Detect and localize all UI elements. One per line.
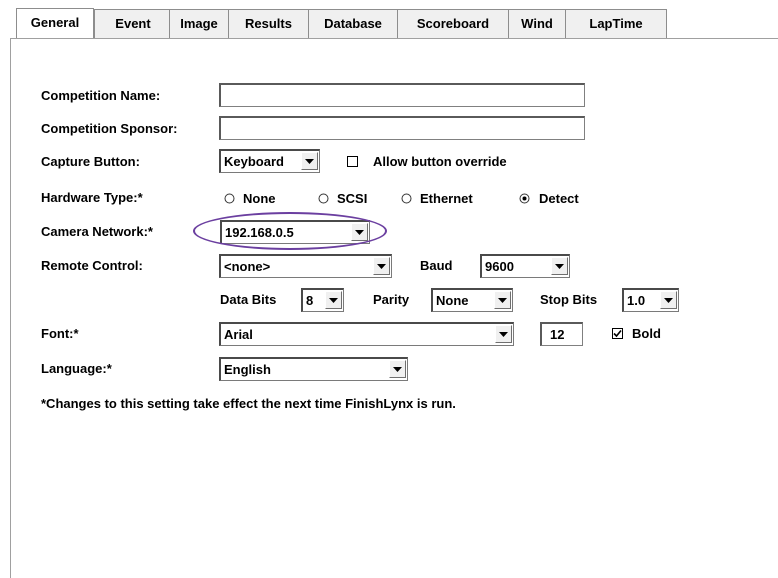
hardware-scsi-radio[interactable] (318, 193, 329, 204)
language-select[interactable]: English (219, 357, 408, 381)
hardware-type-label: Hardware Type:* (41, 190, 143, 205)
chevron-down-icon[interactable] (551, 257, 568, 275)
parity-label: Parity (373, 292, 410, 307)
language-value: English (224, 362, 271, 377)
tab-wind[interactable]: Wind (508, 9, 566, 38)
chevron-down-icon[interactable] (301, 152, 318, 170)
hardware-detect-label: Detect (539, 191, 579, 206)
hardware-none-label: None (243, 191, 276, 206)
bold-label: Bold (632, 326, 661, 341)
font-size-field[interactable]: 12 (540, 322, 583, 346)
font-select[interactable]: Arial (219, 322, 514, 346)
competition-name-field[interactable] (219, 83, 585, 107)
checkmark-icon (613, 329, 622, 338)
competition-name-label: Competition Name: (41, 88, 161, 103)
font-size-value: 12 (550, 327, 565, 342)
restart-note: *Changes to this setting take effect the… (41, 396, 456, 411)
competition-sponsor-label: Competition Sponsor: (41, 121, 178, 136)
remote-control-label: Remote Control: (41, 258, 143, 273)
baud-value: 9600 (485, 259, 514, 274)
font-value: Arial (224, 327, 253, 342)
capture-button-value: Keyboard (224, 154, 284, 169)
chevron-down-icon[interactable] (495, 325, 512, 343)
parity-value: None (436, 293, 469, 308)
tab-database[interactable]: Database (308, 9, 398, 38)
hardware-detect-radio[interactable] (519, 193, 530, 204)
baud-select[interactable]: 9600 (480, 254, 570, 278)
competition-sponsor-field[interactable] (219, 116, 585, 140)
font-label: Font:* (41, 326, 79, 341)
chevron-down-icon[interactable] (373, 257, 390, 275)
tab-event[interactable]: Event (94, 9, 172, 38)
tab-scoreboard[interactable]: Scoreboard (397, 9, 509, 38)
tab-image[interactable]: Image (169, 9, 229, 38)
data-bits-label: Data Bits (220, 292, 277, 307)
chevron-down-icon[interactable] (389, 360, 406, 378)
camera-network-label: Camera Network:* (41, 224, 153, 239)
baud-label: Baud (420, 258, 453, 273)
hardware-ethernet-radio[interactable] (401, 193, 412, 204)
language-label: Language:* (41, 361, 112, 376)
chevron-down-icon[interactable] (660, 291, 677, 309)
allow-override-label: Allow button override (373, 154, 507, 169)
chevron-down-icon[interactable] (325, 291, 342, 309)
bold-checkbox[interactable] (612, 328, 623, 339)
data-bits-select[interactable]: 8 (301, 288, 344, 312)
capture-button-select[interactable]: Keyboard (219, 149, 320, 173)
tab-general[interactable]: General (16, 8, 94, 39)
highlight-ellipse (193, 212, 387, 250)
parity-select[interactable]: None (431, 288, 513, 312)
data-bits-value: 8 (306, 293, 314, 308)
hardware-ethernet-label: Ethernet (420, 191, 473, 206)
stop-bits-select[interactable]: 1.0 (622, 288, 679, 312)
remote-control-value: <none> (224, 259, 271, 274)
stop-bits-label: Stop Bits (540, 292, 598, 307)
stop-bits-value: 1.0 (627, 293, 646, 308)
tab-results[interactable]: Results (228, 9, 309, 38)
hardware-scsi-label: SCSI (337, 191, 368, 206)
hardware-none-radio[interactable] (224, 193, 235, 204)
tab-laptime[interactable]: LapTime (565, 9, 667, 38)
chevron-down-icon[interactable] (494, 291, 511, 309)
remote-control-select[interactable]: <none> (219, 254, 392, 278)
capture-button-label: Capture Button: (41, 154, 140, 169)
allow-override-checkbox[interactable] (347, 156, 358, 167)
